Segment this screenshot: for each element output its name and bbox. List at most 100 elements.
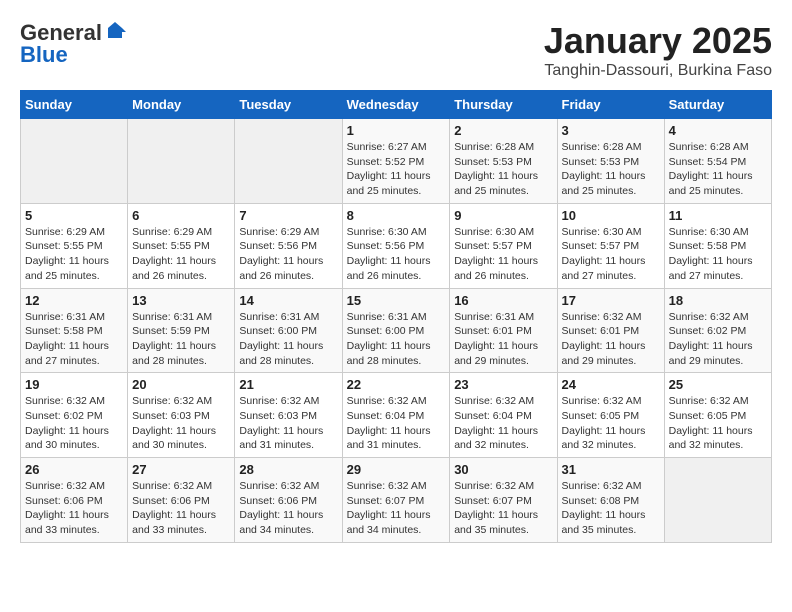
logo-blue-text: Blue xyxy=(20,42,68,68)
day-number: 5 xyxy=(25,208,123,223)
calendar-cell xyxy=(21,119,128,204)
day-number: 19 xyxy=(25,377,123,392)
day-info: Sunrise: 6:32 AM Sunset: 6:08 PM Dayligh… xyxy=(562,479,660,538)
calendar-cell: 9Sunrise: 6:30 AM Sunset: 5:57 PM Daylig… xyxy=(450,203,557,288)
day-number: 26 xyxy=(25,462,123,477)
day-info: Sunrise: 6:28 AM Sunset: 5:53 PM Dayligh… xyxy=(562,140,660,199)
day-number: 29 xyxy=(347,462,446,477)
day-info: Sunrise: 6:32 AM Sunset: 6:03 PM Dayligh… xyxy=(132,394,230,453)
calendar-header-wednesday: Wednesday xyxy=(342,91,450,119)
calendar-cell: 16Sunrise: 6:31 AM Sunset: 6:01 PM Dayli… xyxy=(450,288,557,373)
calendar-cell: 2 Sunrise: 6:28 AM Sunset: 5:53 PM Daylig… xyxy=(450,119,557,204)
day-number: 12 xyxy=(25,293,123,308)
day-number: 25 xyxy=(669,377,767,392)
day-info: Sunrise: 6:29 AM Sunset: 5:55 PM Dayligh… xyxy=(132,225,230,284)
calendar-cell: 24Sunrise: 6:32 AM Sunset: 6:05 PM Dayli… xyxy=(557,373,664,458)
day-number: 28 xyxy=(239,462,337,477)
day-info: Sunrise: 6:32 AM Sunset: 6:05 PM Dayligh… xyxy=(669,394,767,453)
day-number: 16 xyxy=(454,293,552,308)
day-info: Sunrise: 6:32 AM Sunset: 6:07 PM Dayligh… xyxy=(347,479,446,538)
day-info: Sunrise: 6:28 AM Sunset: 5:53 PM Dayligh… xyxy=(454,140,552,199)
calendar-cell: 21Sunrise: 6:32 AM Sunset: 6:03 PM Dayli… xyxy=(235,373,342,458)
day-number: 17 xyxy=(562,293,660,308)
day-number: 3 xyxy=(562,123,660,138)
day-number: 31 xyxy=(562,462,660,477)
calendar-week-row: 12 Sunrise: 6:31 AM Sunset: 5:58 PM Dayli… xyxy=(21,288,772,373)
calendar-cell: 17 Sunrise: 6:32 AM Sunset: 6:01 PM Dayli… xyxy=(557,288,664,373)
calendar-cell: 31 Sunrise: 6:32 AM Sunset: 6:08 PM Dayli… xyxy=(557,458,664,543)
day-info: Sunrise: 6:31 AM Sunset: 5:58 PM Dayligh… xyxy=(25,310,123,369)
day-number: 7 xyxy=(239,208,337,223)
day-number: 22 xyxy=(347,377,446,392)
day-info: Sunrise: 6:32 AM Sunset: 6:07 PM Dayligh… xyxy=(454,479,552,538)
calendar-table: SundayMondayTuesdayWednesdayThursdayFrid… xyxy=(20,90,772,543)
day-info: Sunrise: 6:27 AM Sunset: 5:52 PM Dayligh… xyxy=(347,140,446,199)
calendar-header-row: SundayMondayTuesdayWednesdayThursdayFrid… xyxy=(21,91,772,119)
calendar-header-sunday: Sunday xyxy=(21,91,128,119)
calendar-header-saturday: Saturday xyxy=(664,91,771,119)
day-number: 18 xyxy=(669,293,767,308)
calendar-cell: 4Sunrise: 6:28 AM Sunset: 5:54 PM Daylig… xyxy=(664,119,771,204)
day-number: 23 xyxy=(454,377,552,392)
day-number: 30 xyxy=(454,462,552,477)
month-title: January 2025 xyxy=(544,20,772,62)
calendar-cell: 19Sunrise: 6:32 AM Sunset: 6:02 PM Dayli… xyxy=(21,373,128,458)
day-info: Sunrise: 6:32 AM Sunset: 6:01 PM Dayligh… xyxy=(562,310,660,369)
calendar-cell: 7 Sunrise: 6:29 AM Sunset: 5:56 PM Daylig… xyxy=(235,203,342,288)
calendar-week-row: 1 Sunrise: 6:27 AM Sunset: 5:52 PM Daylig… xyxy=(21,119,772,204)
logo: General Blue xyxy=(20,20,126,68)
location-title: Tanghin-Dassouri, Burkina Faso xyxy=(544,62,772,80)
calendar-cell xyxy=(128,119,235,204)
day-info: Sunrise: 6:32 AM Sunset: 6:02 PM Dayligh… xyxy=(669,310,767,369)
day-number: 20 xyxy=(132,377,230,392)
day-info: Sunrise: 6:32 AM Sunset: 6:06 PM Dayligh… xyxy=(239,479,337,538)
calendar-cell: 30 Sunrise: 6:32 AM Sunset: 6:07 PM Dayli… xyxy=(450,458,557,543)
day-number: 14 xyxy=(239,293,337,308)
page-header: General Blue January 2025 Tanghin-Dassou… xyxy=(20,20,772,80)
calendar-cell: 20 Sunrise: 6:32 AM Sunset: 6:03 PM Dayli… xyxy=(128,373,235,458)
calendar-header-tuesday: Tuesday xyxy=(235,91,342,119)
calendar-cell: 1 Sunrise: 6:27 AM Sunset: 5:52 PM Daylig… xyxy=(342,119,450,204)
day-info: Sunrise: 6:31 AM Sunset: 5:59 PM Dayligh… xyxy=(132,310,230,369)
calendar-cell: 13 Sunrise: 6:31 AM Sunset: 5:59 PM Dayli… xyxy=(128,288,235,373)
day-info: Sunrise: 6:30 AM Sunset: 5:58 PM Dayligh… xyxy=(669,225,767,284)
day-number: 6 xyxy=(132,208,230,223)
day-info: Sunrise: 6:32 AM Sunset: 6:04 PM Dayligh… xyxy=(454,394,552,453)
day-info: Sunrise: 6:30 AM Sunset: 5:57 PM Dayligh… xyxy=(562,225,660,284)
calendar-cell: 18 Sunrise: 6:32 AM Sunset: 6:02 PM Dayli… xyxy=(664,288,771,373)
title-block: January 2025 Tanghin-Dassouri, Burkina F… xyxy=(544,20,772,80)
day-number: 1 xyxy=(347,123,446,138)
calendar-cell xyxy=(664,458,771,543)
day-info: Sunrise: 6:32 AM Sunset: 6:03 PM Dayligh… xyxy=(239,394,337,453)
calendar-cell: 14 Sunrise: 6:31 AM Sunset: 6:00 PM Dayli… xyxy=(235,288,342,373)
calendar-cell: 28 Sunrise: 6:32 AM Sunset: 6:06 PM Dayli… xyxy=(235,458,342,543)
calendar-header-monday: Monday xyxy=(128,91,235,119)
day-info: Sunrise: 6:32 AM Sunset: 6:06 PM Dayligh… xyxy=(132,479,230,538)
day-number: 27 xyxy=(132,462,230,477)
day-number: 15 xyxy=(347,293,446,308)
day-number: 10 xyxy=(562,208,660,223)
calendar-cell: 3 Sunrise: 6:28 AM Sunset: 5:53 PM Daylig… xyxy=(557,119,664,204)
day-info: Sunrise: 6:29 AM Sunset: 5:55 PM Dayligh… xyxy=(25,225,123,284)
calendar-cell: 5 Sunrise: 6:29 AM Sunset: 5:55 PM Daylig… xyxy=(21,203,128,288)
calendar-cell: 27 Sunrise: 6:32 AM Sunset: 6:06 PM Dayli… xyxy=(128,458,235,543)
calendar-cell: 23 Sunrise: 6:32 AM Sunset: 6:04 PM Dayli… xyxy=(450,373,557,458)
logo-icon xyxy=(104,20,126,42)
day-number: 13 xyxy=(132,293,230,308)
calendar-cell: 10 Sunrise: 6:30 AM Sunset: 5:57 PM Dayli… xyxy=(557,203,664,288)
day-number: 8 xyxy=(347,208,446,223)
day-info: Sunrise: 6:32 AM Sunset: 6:05 PM Dayligh… xyxy=(562,394,660,453)
calendar-cell: 22Sunrise: 6:32 AM Sunset: 6:04 PM Dayli… xyxy=(342,373,450,458)
calendar-cell xyxy=(235,119,342,204)
day-number: 11 xyxy=(669,208,767,223)
calendar-week-row: 19Sunrise: 6:32 AM Sunset: 6:02 PM Dayli… xyxy=(21,373,772,458)
day-info: Sunrise: 6:29 AM Sunset: 5:56 PM Dayligh… xyxy=(239,225,337,284)
calendar-header-thursday: Thursday xyxy=(450,91,557,119)
calendar-week-row: 5 Sunrise: 6:29 AM Sunset: 5:55 PM Daylig… xyxy=(21,203,772,288)
day-info: Sunrise: 6:31 AM Sunset: 6:00 PM Dayligh… xyxy=(239,310,337,369)
day-number: 9 xyxy=(454,208,552,223)
calendar-cell: 12 Sunrise: 6:31 AM Sunset: 5:58 PM Dayli… xyxy=(21,288,128,373)
calendar-cell: 15Sunrise: 6:31 AM Sunset: 6:00 PM Dayli… xyxy=(342,288,450,373)
day-number: 2 xyxy=(454,123,552,138)
day-info: Sunrise: 6:32 AM Sunset: 6:06 PM Dayligh… xyxy=(25,479,123,538)
